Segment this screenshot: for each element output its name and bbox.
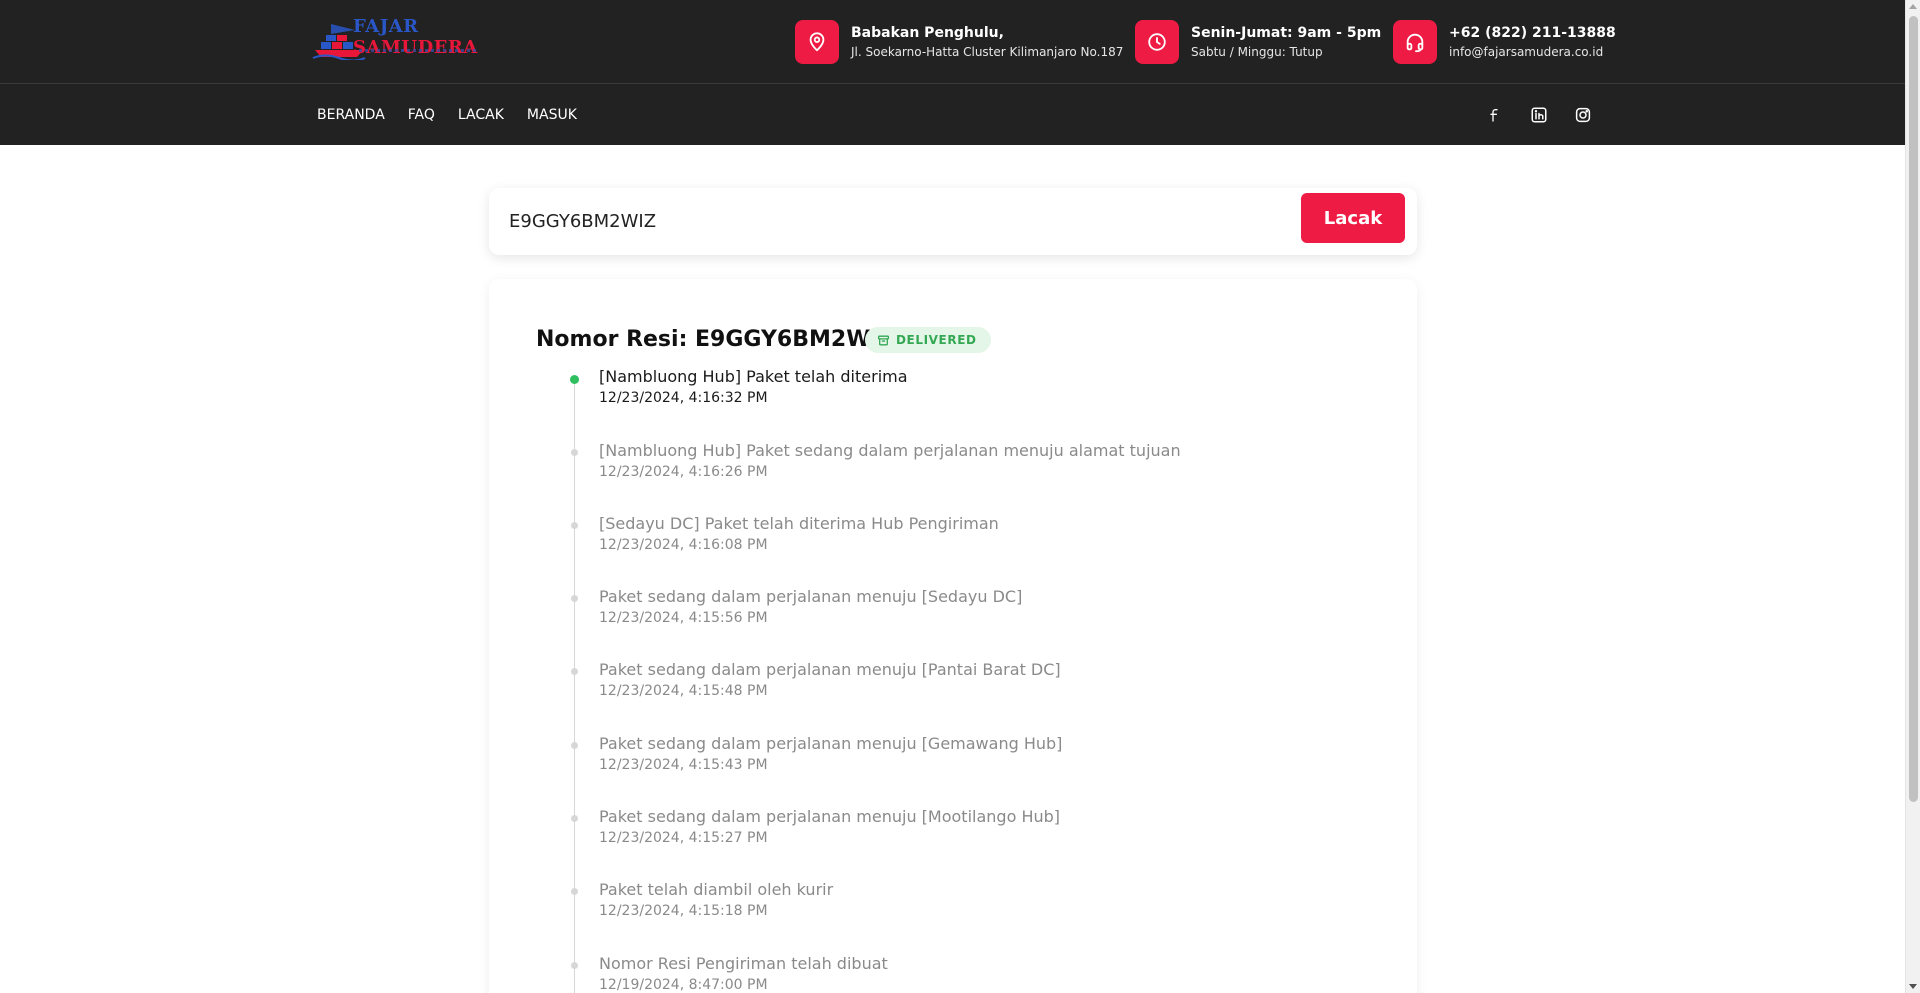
timeline-event-title: Paket sedang dalam perjalanan menuju [Se… [599, 587, 1023, 606]
address-line: Jl. Soekarno-Hatta Cluster Kilimanjaro N… [851, 45, 1124, 59]
nav-links: BERANDA FAQ LACAK MASUK [317, 84, 600, 145]
timeline-event-time: 12/19/2024, 8:47:00 PM [599, 977, 768, 993]
timeline-event-time: 12/23/2024, 4:16:26 PM [599, 464, 768, 480]
top-header: FAJAR SAMUDERA Babakan Penghulu, Jl. Soe… [0, 0, 1905, 84]
nav-link-faq[interactable]: FAQ [408, 107, 435, 123]
timeline-event-time: 12/23/2024, 4:15:48 PM [599, 683, 768, 699]
tracking-number-input[interactable] [509, 200, 1309, 242]
logo-tagline-decoration [359, 49, 479, 52]
timeline-item: Paket sedang dalam perjalanan menuju [Pa… [489, 660, 1389, 718]
brand-name-part2: SAMUDERA [353, 37, 478, 58]
timeline-event-title: Paket telah diambil oleh kurir [599, 880, 834, 899]
timeline-dot [571, 522, 578, 529]
timeline-item: Paket sedang dalam perjalanan menuju [Se… [489, 587, 1389, 645]
hours-info: Senin-Jumat: 9am - 5pm Sabtu / Minggu: T… [1135, 20, 1381, 64]
receipt-number-title: Nomor Resi: E9GGY6BM2WIZ [536, 327, 895, 352]
hours-title: Senin-Jumat: 9am - 5pm [1191, 25, 1382, 41]
archive-icon [877, 335, 890, 345]
timeline-item: Paket telah diambil oleh kurir 12/23/202… [489, 880, 1389, 938]
nav-link-beranda[interactable]: BERANDA [317, 107, 385, 123]
headset-icon [1393, 20, 1437, 64]
contact-phone[interactable]: +62 (822) 211-13888 [1449, 23, 1616, 43]
scroll-up-arrow-icon[interactable] [1909, 4, 1917, 9]
hours-weekend: Sabtu / Minggu: Tutup [1191, 45, 1323, 59]
track-button[interactable]: Lacak [1301, 193, 1405, 243]
status-badge: DELIVERED [865, 327, 991, 353]
timeline-dot [571, 449, 578, 456]
timeline-event-title: [Sedayu DC] Paket telah diterima Hub Pen… [599, 514, 999, 533]
timeline-event-title: [Nambluong Hub] Paket telah diterima [599, 367, 908, 386]
tracking-search-card: Lacak [489, 188, 1417, 255]
timeline-dot-active [570, 375, 579, 384]
timeline-event-title: [Nambluong Hub] Paket sedang dalam perja… [599, 441, 1181, 460]
instagram-icon[interactable] [1572, 104, 1594, 126]
timeline-event-title: Paket sedang dalam perjalanan menuju [Ge… [599, 734, 1063, 753]
timeline-item: [Sedayu DC] Paket telah diterima Hub Pen… [489, 514, 1389, 572]
timeline-item: [Nambluong Hub] Paket telah diterima 12/… [489, 367, 1389, 425]
clock-icon [1135, 20, 1179, 64]
contact-info: +62 (822) 211-13888 info@fajarsamudera.c… [1393, 20, 1616, 64]
timeline-event-title: Nomor Resi Pengiriman telah dibuat [599, 954, 888, 973]
contact-email[interactable]: info@fajarsamudera.co.id [1449, 43, 1616, 61]
timeline-event-time: 12/23/2024, 4:15:43 PM [599, 757, 768, 773]
nav-link-masuk[interactable]: MASUK [527, 107, 577, 123]
address-info: Babakan Penghulu, Jl. Soekarno-Hatta Clu… [795, 20, 1123, 64]
scroll-down-arrow-icon[interactable] [1909, 984, 1917, 989]
ship-logo-icon [311, 20, 367, 62]
timeline-event-time: 12/23/2024, 4:16:08 PM [599, 537, 768, 553]
timeline-dot [571, 888, 578, 895]
tracking-result-card: Nomor Resi: E9GGY6BM2WIZ DELIVERED [Namb… [489, 279, 1417, 993]
main-navbar: BERANDA FAQ LACAK MASUK [0, 84, 1905, 145]
timeline-item: Paket sedang dalam perjalanan menuju [Mo… [489, 807, 1389, 865]
timeline-dot [571, 742, 578, 749]
timeline-event-time: 12/23/2024, 4:15:56 PM [599, 610, 768, 626]
timeline-item: Paket sedang dalam perjalanan menuju [Ge… [489, 734, 1389, 792]
timeline-dot [571, 962, 578, 969]
map-pin-icon [795, 20, 839, 64]
scrollbar-thumb[interactable] [1909, 16, 1918, 802]
brand-logo[interactable]: FAJAR SAMUDERA [311, 16, 546, 62]
timeline-event-time: 12/23/2024, 4:15:27 PM [599, 830, 768, 846]
facebook-icon[interactable] [1484, 104, 1506, 126]
timeline-event-title: Paket sedang dalam perjalanan menuju [Pa… [599, 660, 1061, 679]
timeline-item: [Nambluong Hub] Paket sedang dalam perja… [489, 441, 1389, 499]
timeline-dot [571, 815, 578, 822]
linkedin-icon[interactable] [1528, 104, 1550, 126]
timeline-dot [571, 595, 578, 602]
nav-link-lacak[interactable]: LACAK [458, 107, 504, 123]
timeline-event-time: 12/23/2024, 4:16:32 PM [599, 390, 768, 406]
timeline-event-time: 12/23/2024, 4:15:18 PM [599, 903, 768, 919]
timeline-item: Nomor Resi Pengiriman telah dibuat 12/19… [489, 954, 1389, 993]
page-scrollbar[interactable] [1905, 0, 1920, 993]
timeline-dot [571, 668, 578, 675]
status-text: DELIVERED [896, 333, 977, 347]
address-title: Babakan Penghulu, [851, 25, 1004, 41]
timeline-event-title: Paket sedang dalam perjalanan menuju [Mo… [599, 807, 1061, 826]
